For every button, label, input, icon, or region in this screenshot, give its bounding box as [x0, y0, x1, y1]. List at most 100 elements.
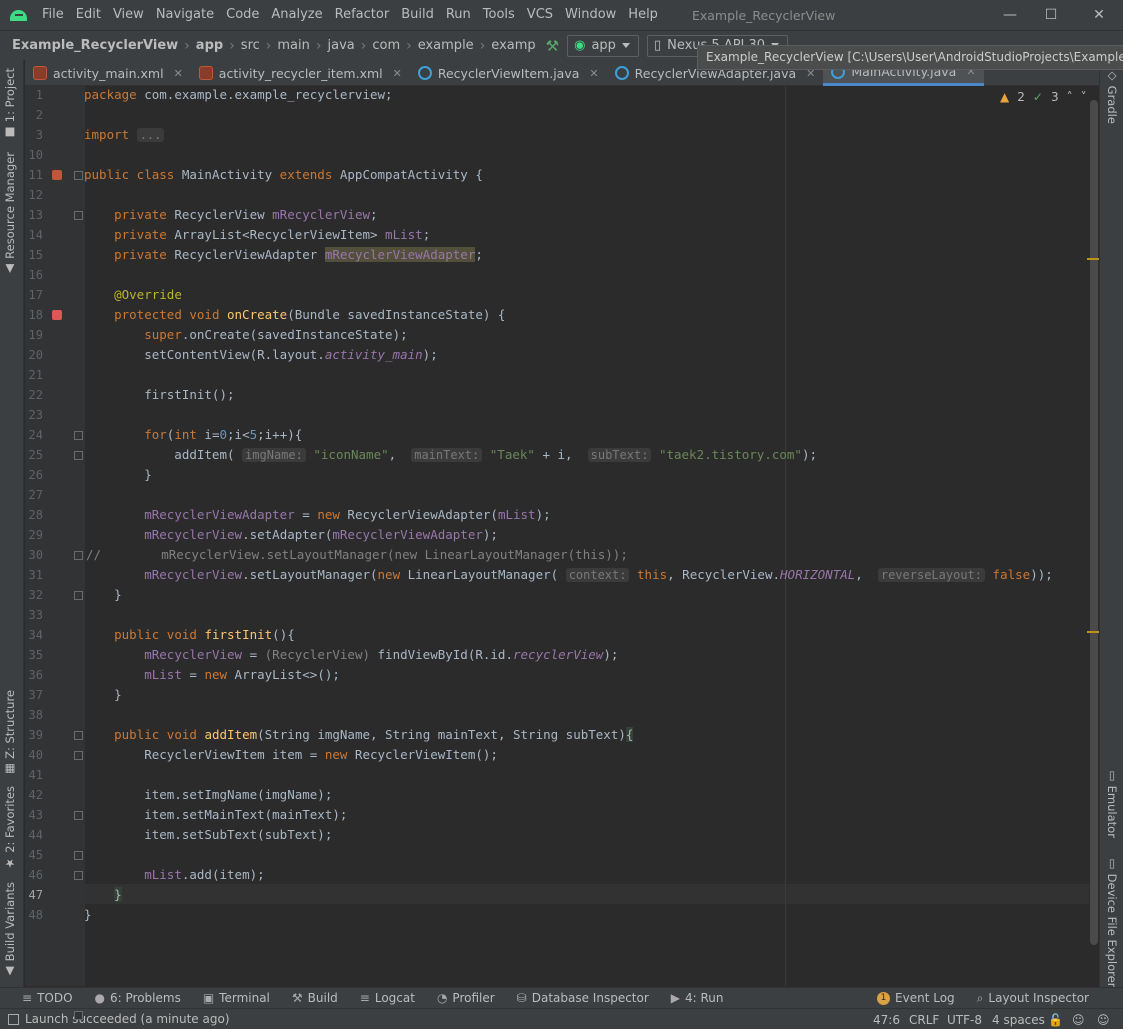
line-number[interactable]: 21	[25, 368, 43, 382]
line-number[interactable]: 20	[25, 348, 43, 362]
line-number[interactable]: 32	[25, 588, 43, 602]
make-project-hammer-icon[interactable]: ⚒	[546, 37, 559, 55]
menu-view[interactable]: View	[107, 0, 150, 30]
line-number[interactable]: 2	[25, 108, 43, 122]
fold-marker-icon[interactable]	[74, 811, 83, 820]
line-number[interactable]: 30	[25, 548, 43, 562]
status-message[interactable]: Launch succeeded (a minute ago)	[25, 1012, 230, 1026]
line-number[interactable]: 11	[25, 168, 43, 182]
tab-activity-recycler-item-xml[interactable]: activity_recycler_item.xml ✕	[191, 60, 410, 86]
close-tab-icon[interactable]: ✕	[589, 67, 598, 80]
menu-build[interactable]: Build	[395, 0, 440, 30]
breadcrumb-src[interactable]: src	[241, 38, 260, 53]
line-number[interactable]: 1	[25, 88, 43, 102]
line-number[interactable]: 13	[25, 208, 43, 222]
breadcrumb-java[interactable]: java	[327, 38, 354, 53]
breadcrumb-project[interactable]: Example_RecyclerView	[12, 38, 178, 53]
line-number[interactable]: 3	[25, 128, 43, 142]
line-number[interactable]: 42	[25, 788, 43, 802]
caret-position[interactable]: 47:6	[873, 1013, 900, 1027]
terminal-tool-button[interactable]: ▣ Terminal	[203, 991, 270, 1005]
menu-help[interactable]: Help	[622, 0, 664, 30]
class-icon[interactable]	[52, 170, 62, 180]
line-number[interactable]: 10	[25, 148, 43, 162]
line-number[interactable]: 45	[25, 848, 43, 862]
gradle-tool-tab[interactable]: ◇ Gradle	[1105, 68, 1119, 124]
line-number[interactable]: 43	[25, 808, 43, 822]
toggle-tool-windows-icon[interactable]	[8, 1013, 19, 1025]
fold-marker-icon[interactable]	[74, 731, 83, 740]
breadcrumb-examp[interactable]: examp	[491, 38, 535, 53]
fold-marker-icon[interactable]	[74, 431, 83, 440]
menu-run[interactable]: Run	[440, 0, 477, 30]
menu-analyze[interactable]: Analyze	[265, 0, 328, 30]
line-number[interactable]: 15	[25, 248, 43, 262]
line-number[interactable]: 48	[25, 908, 43, 922]
menu-tools[interactable]: Tools	[477, 0, 521, 30]
indent-setting[interactable]: 4 spaces	[992, 1013, 1045, 1027]
line-number[interactable]: 18	[25, 308, 43, 322]
profiler-tool-button[interactable]: ◔ Profiler	[437, 991, 495, 1005]
line-number[interactable]: 29	[25, 528, 43, 542]
menu-file[interactable]: File	[36, 0, 70, 30]
line-number[interactable]: 46	[25, 868, 43, 882]
line-number[interactable]: 47	[25, 888, 43, 902]
line-number[interactable]: 39	[25, 728, 43, 742]
line-number[interactable]: 23	[25, 408, 43, 422]
minimize-button[interactable]: —	[987, 0, 1033, 30]
layout-inspector-tool-button[interactable]: ⌕ Layout Inspector	[977, 991, 1089, 1006]
line-number[interactable]: 26	[25, 468, 43, 482]
structure-tool-tab[interactable]: ▦ Z: Structure	[3, 690, 17, 777]
favorites-tool-tab[interactable]: ★ 2: Favorites	[3, 786, 17, 870]
event-log-tool-button[interactable]: 1 Event Log	[877, 991, 955, 1005]
breadcrumb-example[interactable]: example	[418, 38, 474, 53]
close-button[interactable]: ✕	[1076, 0, 1122, 30]
notification-icon[interactable]: ☺	[1097, 1013, 1110, 1027]
fold-marker-icon[interactable]	[74, 171, 83, 180]
lock-icon[interactable]: 🔓	[1048, 1013, 1063, 1027]
menu-edit[interactable]: Edit	[70, 0, 107, 30]
line-number[interactable]: 24	[25, 428, 43, 442]
editor-scrollbar[interactable]	[1090, 100, 1098, 945]
menu-code[interactable]: Code	[220, 0, 265, 30]
line-number[interactable]: 33	[25, 608, 43, 622]
line-number[interactable]: 28	[25, 508, 43, 522]
resource-manager-tool-tab[interactable]: ▲ Resource Manager	[3, 152, 17, 276]
smiley-icon[interactable]: ☺	[1072, 1013, 1085, 1027]
fold-marker-icon[interactable]	[74, 871, 83, 880]
line-number[interactable]: 27	[25, 488, 43, 502]
line-number[interactable]: 31	[25, 568, 43, 582]
line-number[interactable]: 40	[25, 748, 43, 762]
run-configuration-select[interactable]: ◉ app	[567, 34, 639, 57]
line-number[interactable]: 41	[25, 768, 43, 782]
override-marker-icon[interactable]	[52, 310, 62, 320]
line-number[interactable]: 35	[25, 648, 43, 662]
tab-activity-main-xml[interactable]: activity_main.xml ✕	[25, 60, 191, 86]
close-tab-icon[interactable]: ✕	[393, 67, 402, 80]
menu-window[interactable]: Window	[559, 0, 622, 30]
breadcrumb-module[interactable]: app	[196, 38, 223, 53]
line-number[interactable]: 34	[25, 628, 43, 642]
device-file-explorer-tool-tab[interactable]: ▯ Device File Explorer	[1105, 856, 1119, 987]
problems-tool-button[interactable]: ● 6: Problems	[95, 991, 181, 1005]
fold-marker-icon[interactable]	[74, 851, 83, 860]
warning-stripe[interactable]	[1087, 631, 1099, 633]
run-tool-button[interactable]: ▶ 4: Run	[671, 991, 724, 1005]
line-number[interactable]: 36	[25, 668, 43, 682]
line-separator[interactable]: CRLF	[909, 1013, 939, 1027]
emulator-tool-tab[interactable]: ▯ Emulator	[1105, 768, 1119, 838]
line-number[interactable]: 25	[25, 448, 43, 462]
maximize-button[interactable]: ☐	[1028, 0, 1074, 30]
line-number[interactable]: 14	[25, 228, 43, 242]
inspection-widget[interactable]: ▲ 2 ✓ 3 ˄ ˅	[1000, 90, 1087, 104]
build-tool-button[interactable]: ⚒ Build	[292, 991, 338, 1005]
fold-marker-icon[interactable]	[74, 751, 83, 760]
fold-marker-icon[interactable]	[74, 591, 83, 600]
menu-navigate[interactable]: Navigate	[150, 0, 220, 30]
line-number[interactable]: 16	[25, 268, 43, 282]
line-number[interactable]: 44	[25, 828, 43, 842]
chevron-up-icon[interactable]: ˄	[1067, 90, 1073, 104]
build-variants-tool-tab[interactable]: ▲ Build Variants	[3, 882, 17, 979]
line-number[interactable]: 37	[25, 688, 43, 702]
close-tab-icon[interactable]: ✕	[174, 67, 183, 80]
